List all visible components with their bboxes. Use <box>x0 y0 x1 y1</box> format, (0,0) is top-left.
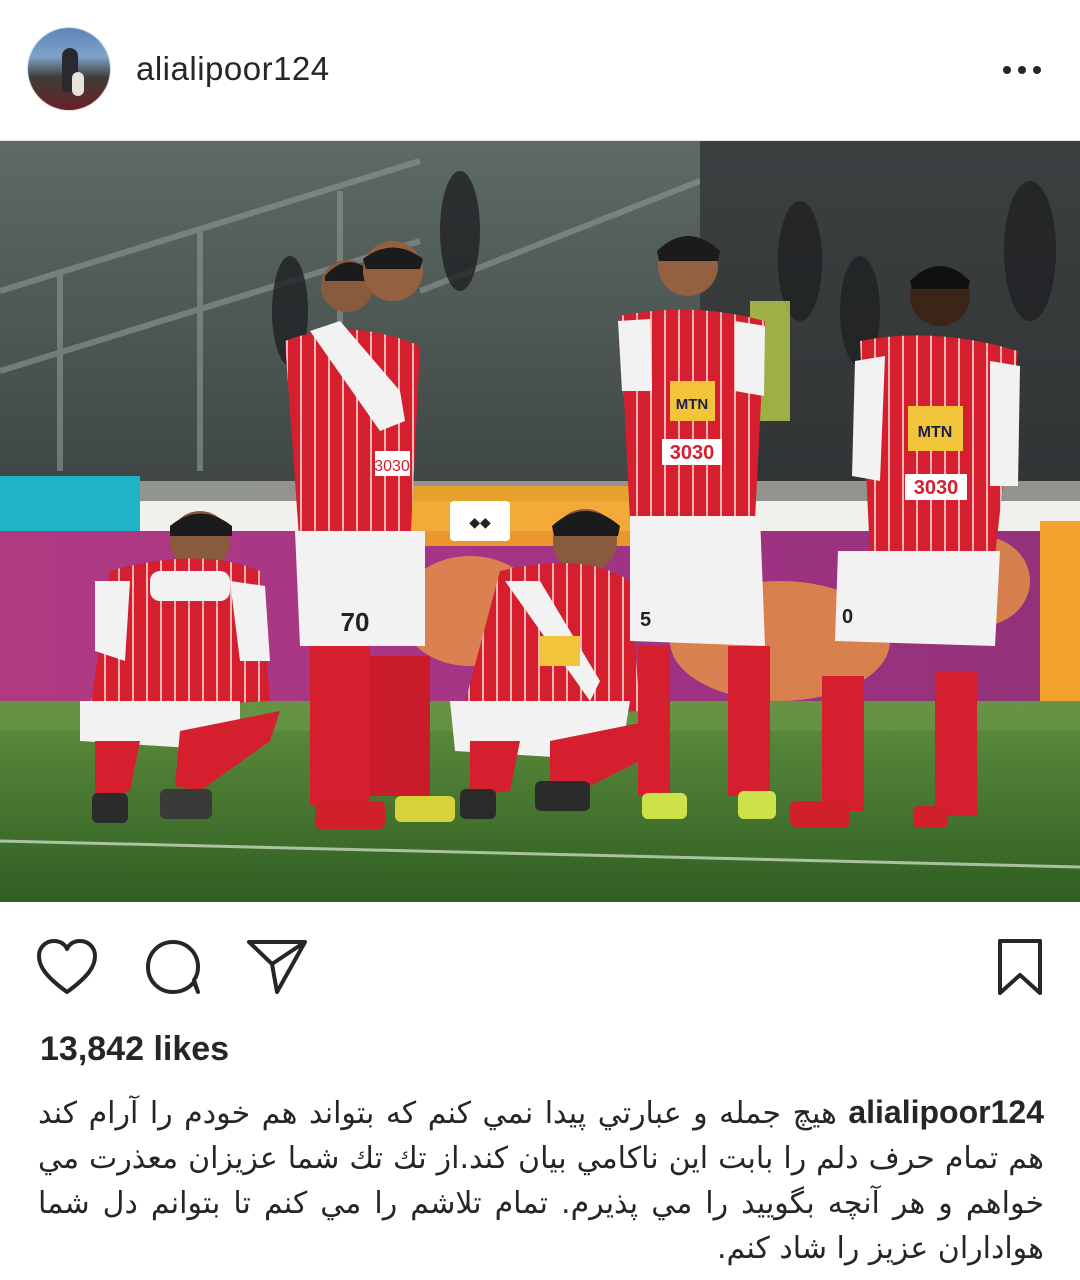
sponsor-logo: MTN <box>676 396 709 413</box>
heart-icon[interactable] <box>32 932 102 1002</box>
bookmark-icon[interactable] <box>985 932 1055 1002</box>
more-options-icon[interactable] <box>996 48 1048 92</box>
post-action-bar <box>0 902 1080 1022</box>
svg-text:◆◆: ◆◆ <box>469 515 491 531</box>
sponsor-logo: MTN <box>918 424 953 441</box>
likes-count[interactable]: 13,842 likes <box>40 1030 229 1069</box>
post-photo[interactable]: ◆◆ 3030 70 MTN 3030 5 MTN 3030 0 <box>0 141 1080 902</box>
shirt-number: 3030 <box>914 477 959 499</box>
shorts-number: 0 <box>842 606 853 628</box>
post-caption: alialipoor124 هيچ جمله و عبارتي پيدا نمي… <box>38 1090 1044 1271</box>
shorts-number: 70 <box>341 607 370 637</box>
shirt-number: 3030 <box>670 442 715 464</box>
shorts-number: 5 <box>640 609 651 631</box>
comment-icon[interactable] <box>138 932 208 1002</box>
shirt-number: 3030 <box>374 458 410 475</box>
share-icon[interactable] <box>242 932 312 1002</box>
profile-avatar[interactable] <box>28 28 110 110</box>
caption-username[interactable]: alialipoor124 <box>848 1094 1044 1130</box>
post-header: alialipoor124 <box>0 0 1080 141</box>
avatar-child-figure <box>72 72 84 96</box>
post-username[interactable]: alialipoor124 <box>136 50 330 88</box>
